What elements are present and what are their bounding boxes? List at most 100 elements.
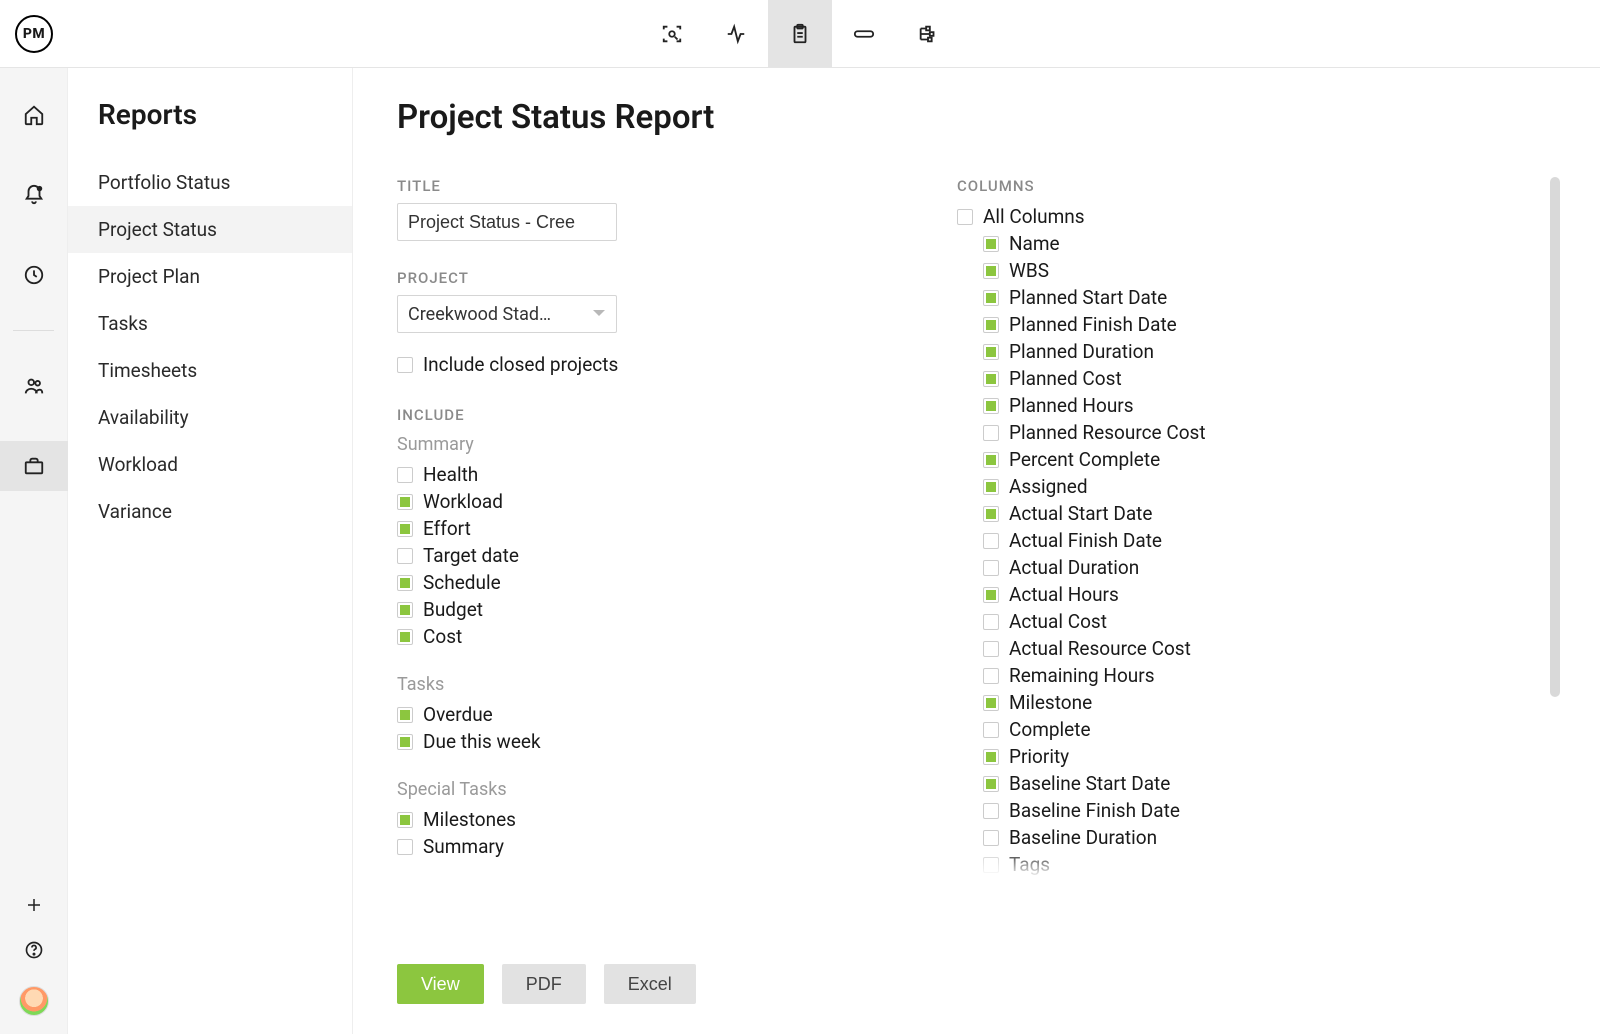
checkbox[interactable]	[397, 734, 413, 750]
include-option[interactable]: Milestones	[397, 806, 817, 833]
include-option[interactable]: Summary	[397, 833, 817, 860]
column-option[interactable]: Planned Finish Date	[957, 311, 1560, 338]
column-option[interactable]: WBS	[957, 257, 1560, 284]
checkbox[interactable]	[397, 467, 413, 483]
checkbox[interactable]	[983, 425, 999, 441]
column-option[interactable]: Complete	[957, 716, 1560, 743]
clipboard-icon[interactable]	[768, 0, 832, 67]
include-closed-row[interactable]: Include closed projects	[397, 351, 817, 378]
checkbox[interactable]	[983, 263, 999, 279]
checkbox[interactable]	[983, 344, 999, 360]
include-option[interactable]: Health	[397, 461, 817, 488]
column-option[interactable]: Actual Start Date	[957, 500, 1560, 527]
include-option[interactable]: Budget	[397, 596, 817, 623]
checkbox[interactable]	[397, 575, 413, 591]
sidebar-item-timesheets[interactable]: Timesheets	[68, 347, 352, 394]
column-option[interactable]: Remaining Hours	[957, 662, 1560, 689]
checkbox[interactable]	[983, 587, 999, 603]
column-option[interactable]: Baseline Duration	[957, 824, 1560, 851]
include-option[interactable]: Due this week	[397, 728, 817, 755]
column-option[interactable]: Actual Duration	[957, 554, 1560, 581]
column-option[interactable]: Actual Cost	[957, 608, 1560, 635]
sidebar-item-tasks[interactable]: Tasks	[68, 300, 352, 347]
view-button[interactable]: View	[397, 964, 484, 1004]
sidebar-item-workload[interactable]: Workload	[68, 441, 352, 488]
checkbox[interactable]	[983, 560, 999, 576]
title-input[interactable]	[397, 203, 617, 241]
checkbox[interactable]	[957, 209, 973, 225]
checkbox[interactable]	[983, 695, 999, 711]
sidebar-item-availability[interactable]: Availability	[68, 394, 352, 441]
clock-icon[interactable]	[0, 250, 68, 300]
column-option[interactable]: Actual Resource Cost	[957, 635, 1560, 662]
checkbox[interactable]	[397, 521, 413, 537]
checkbox[interactable]	[983, 398, 999, 414]
column-option[interactable]: Planned Start Date	[957, 284, 1560, 311]
include-option[interactable]: Target date	[397, 542, 817, 569]
checkbox[interactable]	[983, 506, 999, 522]
checkbox[interactable]	[983, 776, 999, 792]
checkbox[interactable]	[397, 357, 413, 373]
help-icon[interactable]	[0, 940, 68, 960]
checkbox[interactable]	[983, 317, 999, 333]
column-option[interactable]: Actual Finish Date	[957, 527, 1560, 554]
sidebar-item-portfolio-status[interactable]: Portfolio Status	[68, 159, 352, 206]
avatar[interactable]	[19, 986, 49, 1016]
checkbox[interactable]	[397, 548, 413, 564]
include-option[interactable]: Effort	[397, 515, 817, 542]
include-option[interactable]: Overdue	[397, 701, 817, 728]
include-option[interactable]: Cost	[397, 623, 817, 650]
checkbox[interactable]	[397, 812, 413, 828]
include-option[interactable]: Schedule	[397, 569, 817, 596]
home-icon[interactable]	[0, 90, 68, 140]
checkbox[interactable]	[983, 857, 999, 873]
checkbox[interactable]	[397, 494, 413, 510]
scrollbar[interactable]	[1550, 177, 1560, 697]
excel-button[interactable]: Excel	[604, 964, 696, 1004]
checkbox[interactable]	[397, 839, 413, 855]
column-option[interactable]: Name	[957, 230, 1560, 257]
checkbox[interactable]	[983, 533, 999, 549]
checkbox[interactable]	[983, 371, 999, 387]
checkbox[interactable]	[983, 236, 999, 252]
column-option[interactable]: Actual Hours	[957, 581, 1560, 608]
column-option[interactable]: Assigned	[957, 473, 1560, 500]
column-option[interactable]: Tags	[957, 851, 1560, 878]
flow-icon[interactable]	[896, 0, 960, 67]
include-option[interactable]: Workload	[397, 488, 817, 515]
checkbox[interactable]	[397, 602, 413, 618]
sidebar-item-project-plan[interactable]: Project Plan	[68, 253, 352, 300]
checkbox[interactable]	[983, 479, 999, 495]
checkbox[interactable]	[983, 290, 999, 306]
column-option-all[interactable]: All Columns	[957, 203, 1560, 230]
bell-icon[interactable]	[0, 170, 68, 220]
checkbox[interactable]	[983, 749, 999, 765]
checkbox[interactable]	[983, 668, 999, 684]
checkbox[interactable]	[983, 614, 999, 630]
people-icon[interactable]	[0, 361, 68, 411]
link-icon[interactable]	[832, 0, 896, 67]
column-option[interactable]: Planned Cost	[957, 365, 1560, 392]
column-option[interactable]: Planned Hours	[957, 392, 1560, 419]
column-option[interactable]: Priority	[957, 743, 1560, 770]
column-option[interactable]: Planned Resource Cost	[957, 419, 1560, 446]
column-option[interactable]: Percent Complete	[957, 446, 1560, 473]
column-option[interactable]: Baseline Finish Date	[957, 797, 1560, 824]
scan-icon[interactable]	[640, 0, 704, 67]
checkbox[interactable]	[983, 830, 999, 846]
column-option[interactable]: Milestone	[957, 689, 1560, 716]
pdf-button[interactable]: PDF	[502, 964, 586, 1004]
app-logo[interactable]: PM	[15, 15, 53, 53]
project-select[interactable]: Creekwood Stad…	[397, 295, 617, 333]
checkbox[interactable]	[983, 803, 999, 819]
activity-icon[interactable]	[704, 0, 768, 67]
briefcase-icon[interactable]	[0, 441, 68, 491]
checkbox[interactable]	[397, 629, 413, 645]
checkbox[interactable]	[397, 707, 413, 723]
sidebar-item-project-status[interactable]: Project Status	[68, 206, 352, 253]
checkbox[interactable]	[983, 722, 999, 738]
sidebar-item-variance[interactable]: Variance	[68, 488, 352, 535]
checkbox[interactable]	[983, 452, 999, 468]
add-icon[interactable]	[0, 896, 68, 914]
column-option[interactable]: Planned Duration	[957, 338, 1560, 365]
